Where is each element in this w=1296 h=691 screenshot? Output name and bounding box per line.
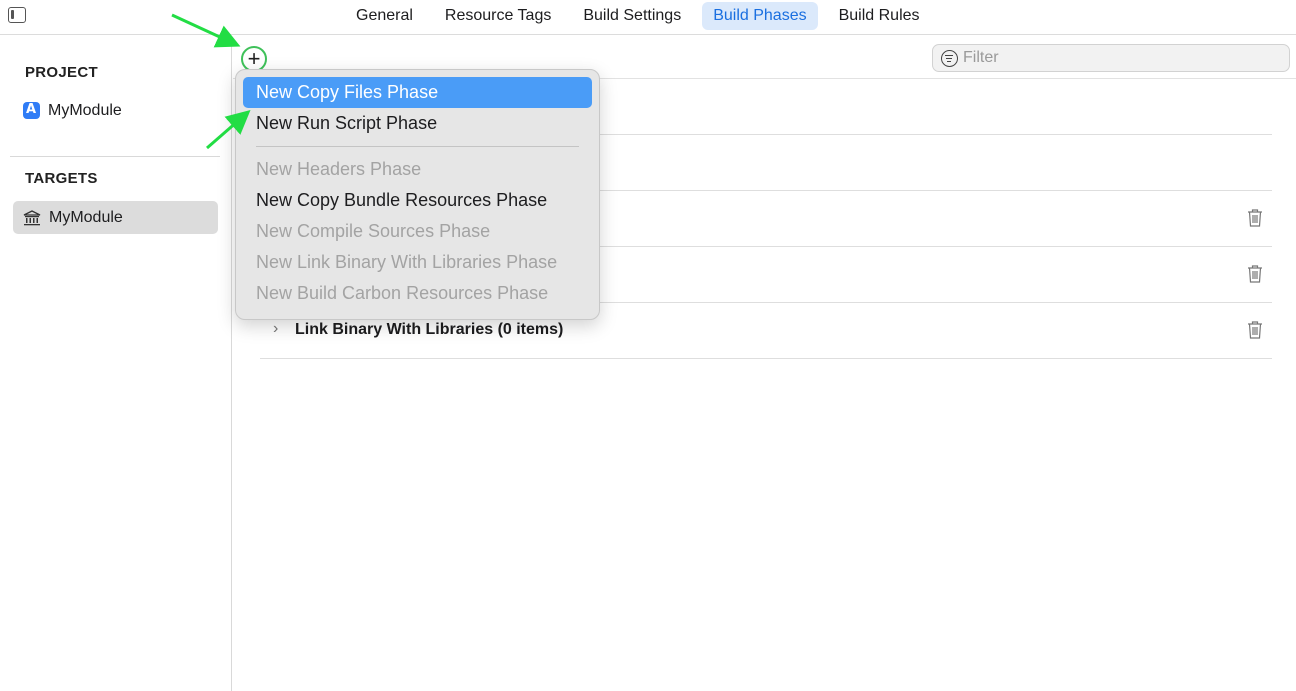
filter-field[interactable] xyxy=(932,44,1290,72)
framework-target-icon xyxy=(23,209,41,225)
tab-build-settings[interactable]: Build Settings xyxy=(572,2,692,30)
tab-general[interactable]: General xyxy=(345,2,424,30)
project-section-title: PROJECT xyxy=(25,64,98,81)
trash-icon[interactable] xyxy=(1247,208,1263,227)
sidebar-item-label: MyModule xyxy=(48,101,122,119)
filter-input[interactable] xyxy=(963,49,1263,67)
menu-item-new-headers-phase: New Headers Phase xyxy=(256,159,422,179)
sidebar-item-project-mymodule[interactable]: MyModule xyxy=(13,94,218,127)
menu-item-new-run-script-phase[interactable]: New Run Script Phase xyxy=(243,108,592,139)
menu-item-new-compile-sources-phase: New Compile Sources Phase xyxy=(256,221,491,241)
filter-icon xyxy=(941,49,958,67)
menu-item-new-link-binary-phase: New Link Binary With Libraries Phase xyxy=(256,252,558,272)
tab-build-phases[interactable]: Build Phases xyxy=(702,2,818,30)
sidebar-item-label: MyModule xyxy=(49,208,123,226)
sidebar-divider xyxy=(10,156,220,157)
top-tab-bar: General Resource Tags Build Settings Bui… xyxy=(0,0,1296,35)
menu-item-new-build-carbon-resources-phase: New Build Carbon Resources Phase xyxy=(256,283,549,303)
app-project-icon xyxy=(23,102,40,119)
sidebar-item-target-mymodule[interactable]: MyModule xyxy=(13,201,218,234)
sidebar-toggle-icon[interactable] xyxy=(8,7,26,23)
tab-resource-tags[interactable]: Resource Tags xyxy=(434,2,562,30)
editor-tabs: General Resource Tags Build Settings Bui… xyxy=(345,2,941,30)
trash-icon[interactable] xyxy=(1247,320,1263,339)
tab-build-rules[interactable]: Build Rules xyxy=(828,2,931,30)
menu-separator xyxy=(256,146,579,147)
phase-label: Link Binary With Libraries (0 items) xyxy=(295,321,564,338)
project-navigator-sidebar: PROJECT MyModule TARGETS MyModule xyxy=(0,36,232,691)
chevron-right-icon[interactable]: › xyxy=(273,320,278,338)
targets-section-title: TARGETS xyxy=(25,170,98,187)
menu-item-new-copy-bundle-resources-phase[interactable]: New Copy Bundle Resources Phase xyxy=(243,185,592,216)
add-phase-menu: New Copy Files Phase New Run Script Phas… xyxy=(235,69,600,320)
trash-icon[interactable] xyxy=(1247,264,1263,283)
menu-item-new-copy-files-phase[interactable]: New Copy Files Phase xyxy=(243,77,592,108)
